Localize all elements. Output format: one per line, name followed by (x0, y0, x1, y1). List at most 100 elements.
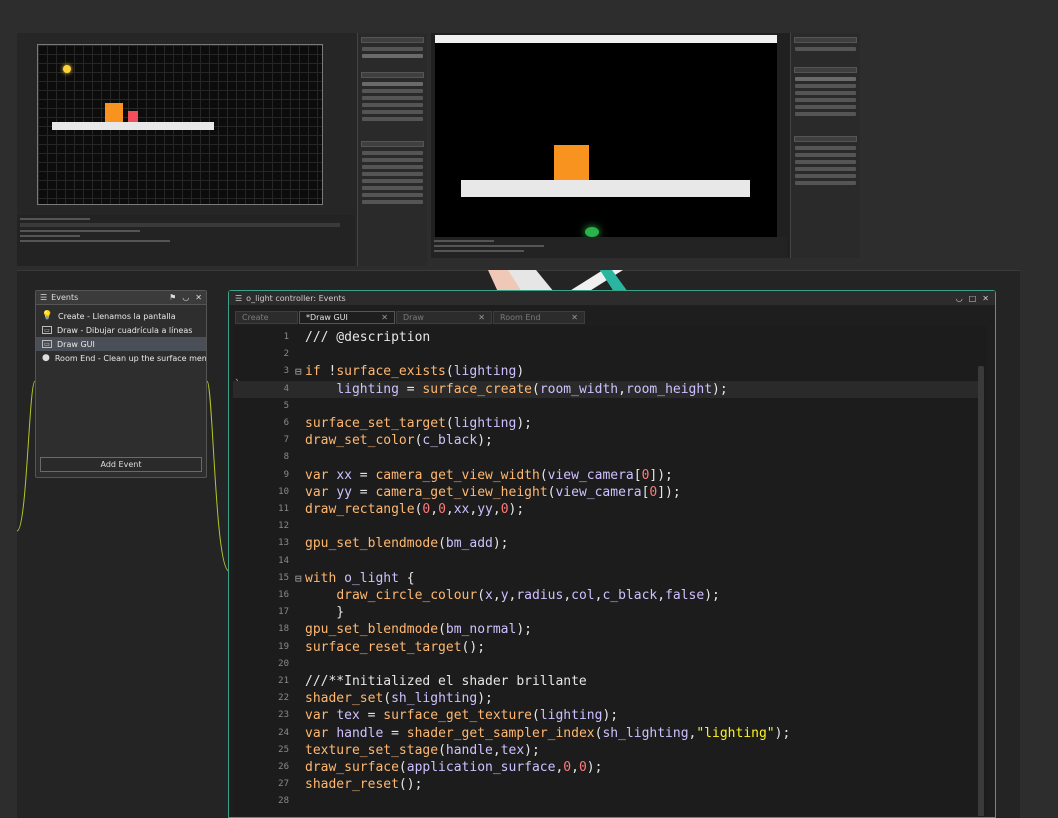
player-block (105, 103, 123, 122)
line-number: 8 (283, 452, 289, 463)
event-item-draw[interactable]: ▭ Draw - Dibujar cuadrícula a líneas (36, 323, 206, 337)
close-icon[interactable]: ✕ (195, 293, 202, 302)
line-number: 3 (283, 366, 289, 377)
event-label: Draw - Dibujar cuadrícula a líneas (57, 325, 193, 335)
fold-toggle-icon[interactable]: ⊟ (295, 570, 305, 587)
events-icon: ☰ (40, 293, 48, 302)
code-line[interactable]: 12 (233, 518, 983, 535)
code-text: draw_set_color(c_black); (305, 433, 493, 449)
code-line[interactable]: 22 shader_set(sh_lighting); (233, 690, 983, 707)
code-line[interactable]: 1 /// @description (233, 329, 983, 346)
fold-toggle-icon[interactable]: ⊟ (295, 363, 305, 380)
code-text: } (305, 605, 345, 621)
code-line[interactable]: 10 var yy = camera_get_view_height(view_c… (233, 484, 983, 501)
game-window-thumbnail (431, 33, 860, 258)
code-line[interactable]: 3 ⊟ if !surface_exists(lighting) (233, 363, 983, 380)
tab-close-icon[interactable]: ✕ (571, 313, 578, 322)
tab-draw-gui[interactable]: *Draw GUI ✕ (299, 311, 395, 324)
code-line[interactable]: 16 draw_circle_colour(x,y,radius,col,c_b… (233, 587, 983, 604)
tab-label: Create (242, 313, 269, 322)
code-line[interactable]: 26 draw_surface(application_surface,0,0); (233, 759, 983, 776)
code-text: var yy = camera_get_view_height(view_cam… (305, 484, 681, 500)
event-tabs: Create *Draw GUI ✕ Draw ✕ Room End ✕ (235, 311, 586, 324)
event-item-draw-gui[interactable]: ▭ Draw GUI (36, 337, 206, 351)
code-line[interactable]: 5 (233, 398, 983, 415)
code-line[interactable]: 17 } (233, 604, 983, 621)
line-number: 21 (278, 676, 289, 686)
code-line[interactable]: 23 var tex = surface_get_texture(lighting… (233, 707, 983, 724)
line-number: 17 (278, 607, 289, 618)
line-number: 12 (278, 521, 289, 532)
collapse-icon[interactable]: ◡ (182, 293, 189, 302)
tab-close-icon[interactable]: ✕ (478, 313, 485, 322)
line-number: 16 (278, 590, 289, 600)
code-text: texture_set_stage(handle,tex); (305, 742, 540, 758)
code-text: lighting = surface_create(room_width,roo… (336, 381, 728, 397)
tab-close-icon[interactable]: ✕ (381, 313, 388, 322)
light-glow (585, 227, 599, 237)
enemy-block (128, 111, 138, 122)
player-block (554, 145, 589, 180)
line-number: 22 (278, 693, 289, 704)
code-line[interactable]: 13 gpu_set_blendmode(bm_add); (233, 535, 983, 552)
event-item-create[interactable]: 💡 Create - Llenamos la pantalla (36, 309, 206, 323)
code-text: var tex = surface_get_texture(lighting); (305, 708, 619, 724)
code-text: ///**Initialized el shader brillante (305, 674, 587, 689)
line-number: 24 (278, 727, 289, 738)
code-line[interactable]: 11 draw_rectangle(0,0,xx,yy,0); (233, 501, 983, 518)
line-number: 14 (278, 555, 289, 566)
code-text: gpu_set_blendmode(bm_normal); (305, 622, 532, 638)
event-item-room-end[interactable]: ● Room End - Clean up the surface memo (36, 351, 206, 365)
code-line[interactable]: 20 (233, 656, 983, 673)
line-number: 10 (278, 486, 289, 497)
game-window-titlebar (435, 35, 777, 43)
code-text: gpu_set_blendmode(bm_add); (305, 536, 509, 552)
events-panel-header: ☰ Events ⚑ ◡ ✕ (36, 291, 206, 305)
add-event-button[interactable]: Add Event (40, 457, 202, 472)
line-number: 2 (283, 349, 289, 360)
event-label: Draw GUI (57, 339, 95, 349)
close-icon[interactable]: ✕ (982, 294, 989, 303)
flag-icon[interactable]: ⚑ (169, 293, 176, 302)
code-line[interactable]: 6 surface_set_target(lighting); (233, 415, 983, 432)
maximize-icon[interactable]: □ (969, 294, 977, 303)
collapse-icon[interactable]: ◡ (956, 294, 963, 303)
tab-draw[interactable]: Draw ✕ (396, 311, 492, 324)
code-text: var xx = camera_get_view_width(view_came… (305, 467, 673, 483)
tab-room-end[interactable]: Room End ✕ (493, 311, 585, 324)
code-line[interactable]: 19 surface_reset_target(); (233, 639, 983, 656)
code-line[interactable]: 8 (233, 449, 983, 466)
output-strip (17, 215, 355, 266)
line-number: 20 (278, 658, 289, 669)
code-line[interactable]: 24 var handle = shader_get_sampler_index(… (233, 725, 983, 742)
light-sprite-icon (63, 65, 71, 73)
line-number: 7 (283, 435, 289, 446)
line-number: 13 (278, 538, 289, 549)
code-line[interactable]: 15 ⊟ with o_light { (233, 570, 983, 587)
tab-label: Room End (500, 313, 541, 322)
line-number: 28 (278, 796, 289, 807)
tab-create[interactable]: Create (235, 311, 298, 324)
event-label: Room End - Clean up the surface memo (54, 353, 206, 363)
events-panel-title: Events (51, 293, 79, 302)
code-text: if !surface_exists(lighting) (305, 364, 525, 380)
vertical-scrollbar[interactable] (978, 366, 984, 816)
code-line[interactable]: 9 var xx = camera_get_view_width(view_cam… (233, 467, 983, 484)
code-line[interactable]: 4 lighting = surface_create(room_width,r… (233, 380, 983, 398)
code-text: draw_surface(application_surface,0,0); (305, 760, 603, 775)
floor-platform (52, 122, 214, 130)
code-line[interactable]: 14 (233, 553, 983, 570)
room-layers-panel (357, 33, 427, 266)
code-editor-titlebar: ☰ o_light controller: Events ◡ □ ✕ (229, 291, 995, 305)
code-line[interactable]: 25 texture_set_stage(handle,tex); (233, 742, 983, 759)
code-line[interactable]: 28 (233, 793, 983, 810)
code-line[interactable]: 7 draw_set_color(c_black); (233, 432, 983, 449)
lightbulb-icon: 💡 (41, 311, 54, 321)
code-line[interactable]: 27 shader_reset(); (233, 776, 983, 793)
code-line[interactable]: 21 ///**Initialized el shader brillante (233, 673, 983, 690)
code-line[interactable]: 2 (233, 346, 983, 363)
code-editor-window: ☰ o_light controller: Events ◡ □ ✕ Creat… (228, 290, 996, 818)
code-line[interactable]: 18 gpu_set_blendmode(bm_normal); (233, 621, 983, 638)
code-text-area[interactable]: › 1/// @description23⊟if !surface_exists… (233, 326, 987, 816)
code-text: with o_light { (305, 570, 415, 586)
